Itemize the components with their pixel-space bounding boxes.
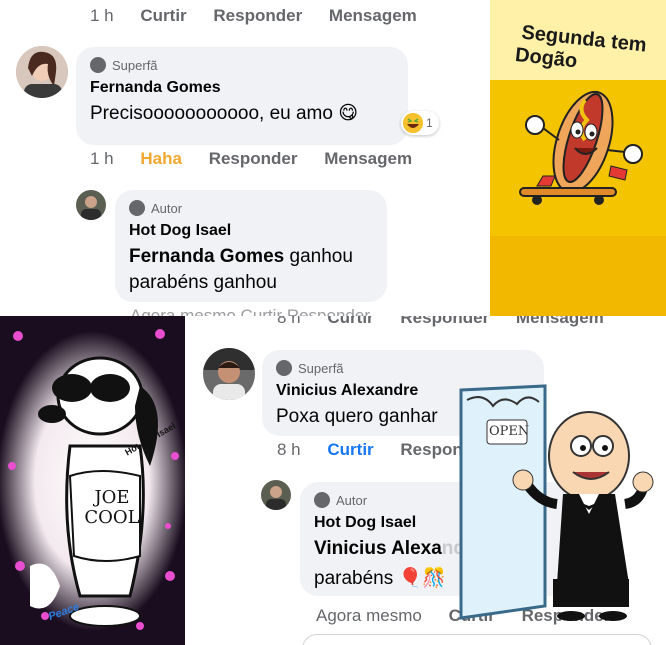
fan-badge: Superfã: [90, 57, 394, 73]
haha-button[interactable]: Haha: [140, 149, 182, 168]
comment-actions-row: 1 h Curtir Responder Mensagem: [90, 6, 439, 26]
reply-author[interactable]: Hot Dog Isael: [129, 222, 373, 240]
like-button[interactable]: Curtir: [327, 440, 373, 459]
author-badge: Autor: [129, 200, 373, 216]
comment-thread-top: 1 h Curtir Responder Mensagem Superfã Fe…: [0, 0, 490, 316]
reply-text: Fernanda Gomes ganhou: [129, 246, 353, 267]
mention-link[interactable]: Vinicius Alexa: [314, 538, 442, 559]
like-button[interactable]: Curtir: [140, 6, 186, 25]
promo-poster: Segunda tem Dogão: [490, 0, 666, 316]
reply-button[interactable]: Responder: [209, 149, 298, 168]
reply-bubble: Autor Hot Dog Isael Fernanda Gomes ganho…: [115, 190, 387, 302]
message-button[interactable]: Mensagem: [329, 6, 417, 25]
badge-icon: [276, 360, 292, 376]
comment-author[interactable]: Fernanda Gomes: [90, 79, 394, 97]
reply-actions-row-partial: Agora mesmo Curtir Responder: [130, 306, 370, 316]
laughing-emoji-icon: [403, 113, 423, 133]
avatar-hot-dog-isael[interactable]: [261, 480, 291, 510]
comment-thread-bottom: 8 h Curtir Responder Mensagem Superfã Vi…: [185, 316, 666, 645]
reply-text-line2: parabéns ganhou: [129, 272, 277, 293]
snoopy-image: Hot dog Isael JOE COOL Peace: [0, 316, 185, 645]
host-opening-door-icon: [459, 384, 654, 621]
snoopy-joe-cool-icon: [0, 316, 185, 645]
open-sign-text: OPEN: [489, 424, 530, 439]
write-comment-input[interactable]: [302, 634, 652, 645]
fan-badge: Superfã: [276, 360, 530, 376]
badge-icon: [314, 492, 330, 508]
badge-icon: [129, 200, 145, 216]
shirt-text: JOE COOL: [84, 487, 140, 528]
comment-actions-row: 1 h Haha Responder Mensagem: [90, 149, 434, 169]
mention-link[interactable]: Fernanda Gomes: [129, 246, 284, 267]
avatar-hot-dog-isael[interactable]: [76, 190, 106, 220]
comment-time: 1 h: [90, 6, 114, 25]
reaction-count[interactable]: 1: [401, 111, 439, 135]
badge-icon: [90, 57, 106, 73]
avatar-fernanda[interactable]: [16, 46, 68, 98]
comment-actions-row-partial: 8 h Curtir Responder Mensagem: [277, 316, 604, 327]
message-button[interactable]: Mensagem: [324, 149, 412, 168]
comment-text: Precisooooooooooo, eu amo 😋: [90, 103, 359, 124]
comment-time: 1 h: [90, 149, 114, 168]
avatar-vinicius[interactable]: [203, 348, 255, 400]
comment-bubble: Superfã Fernanda Gomes Precisooooooooooo…: [76, 47, 408, 145]
hotdog-mascot-icon: [519, 90, 643, 205]
reply-button[interactable]: Responder: [213, 6, 302, 25]
